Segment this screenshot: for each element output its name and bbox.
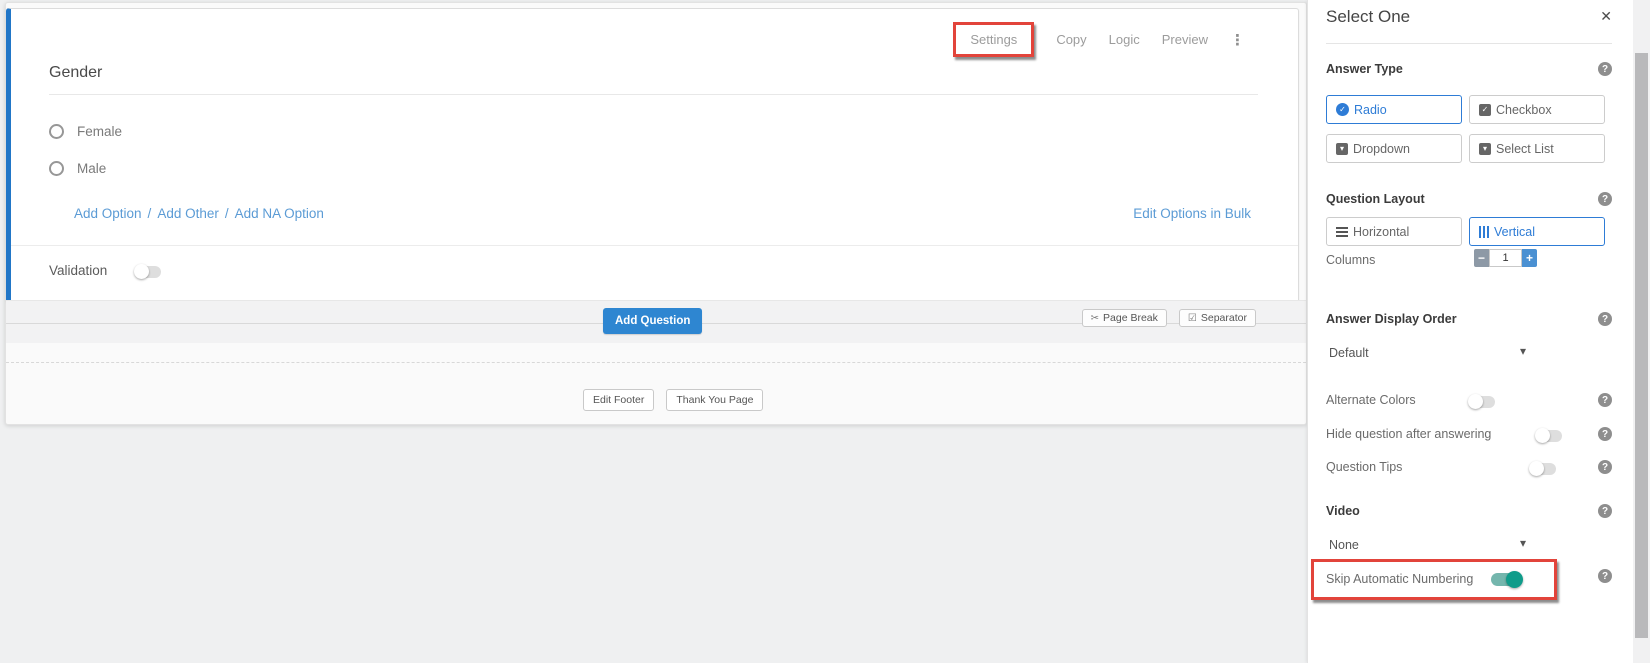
skip-numbering-highlight-box: Skip Automatic Numbering bbox=[1311, 559, 1557, 600]
select-list-icon: ▾ bbox=[1479, 143, 1491, 155]
option-row-female: Female bbox=[49, 124, 122, 139]
copy-button[interactable]: Copy bbox=[1056, 32, 1086, 47]
question-toolbar: Settings Copy Logic Preview ⋮ bbox=[953, 22, 1246, 57]
chevron-down-icon[interactable]: ▾ bbox=[1520, 344, 1526, 358]
question-tips-toggle[interactable] bbox=[1530, 463, 1556, 475]
answer-display-order-help-icon[interactable]: ? bbox=[1598, 312, 1612, 326]
radio-selected-icon: ✓ bbox=[1336, 103, 1349, 116]
edit-options-in-bulk-link[interactable]: Edit Options in Bulk bbox=[1133, 206, 1251, 221]
scrollbar-track[interactable] bbox=[1633, 0, 1650, 663]
separator-button[interactable]: ☑ Separator bbox=[1179, 309, 1256, 327]
link-separator: / bbox=[148, 206, 152, 221]
horizontal-lines-icon bbox=[1336, 227, 1348, 237]
checkbox-icon: ✓ bbox=[1479, 104, 1491, 116]
question-layout-label: Question Layout bbox=[1326, 192, 1425, 206]
page-break-icon: ✂ bbox=[1091, 313, 1099, 324]
option-links: Add Option / Add Other / Add NA Option bbox=[74, 206, 324, 221]
skip-numbering-help-icon[interactable]: ? bbox=[1598, 569, 1612, 583]
option-label[interactable]: Female bbox=[77, 124, 122, 139]
panel-title: Select One bbox=[1326, 7, 1410, 27]
answer-type-option-label: Radio bbox=[1354, 103, 1387, 117]
answer-type-option-label: Checkbox bbox=[1496, 103, 1552, 117]
hide-question-toggle[interactable] bbox=[1536, 430, 1562, 442]
add-option-link[interactable]: Add Option bbox=[74, 206, 142, 221]
scrollbar-thumb[interactable] bbox=[1635, 53, 1648, 638]
settings-highlight-box: Settings bbox=[953, 22, 1034, 57]
chevron-down-icon[interactable]: ▾ bbox=[1520, 536, 1526, 550]
answer-type-checkbox[interactable]: ✓ Checkbox bbox=[1469, 95, 1605, 124]
question-tips-help-icon[interactable]: ? bbox=[1598, 460, 1612, 474]
layout-vertical[interactable]: Vertical bbox=[1469, 217, 1605, 246]
separator-icon: ☑ bbox=[1188, 313, 1197, 324]
page-break-label: Page Break bbox=[1103, 312, 1158, 324]
skip-numbering-label: Skip Automatic Numbering bbox=[1326, 572, 1473, 586]
logic-button[interactable]: Logic bbox=[1109, 32, 1140, 47]
option-row-male: Male bbox=[49, 161, 106, 176]
footer-actions: Edit Footer Thank You Page bbox=[583, 389, 763, 411]
alternate-colors-help-icon[interactable]: ? bbox=[1598, 393, 1612, 407]
video-help-icon[interactable]: ? bbox=[1598, 504, 1612, 518]
question-title[interactable]: Gender bbox=[49, 64, 102, 82]
question-card[interactable]: Settings Copy Logic Preview ⋮ Gender Fem… bbox=[6, 8, 1299, 303]
answer-type-option-label: Dropdown bbox=[1353, 142, 1410, 156]
answer-type-radio[interactable]: ✓ Radio bbox=[1326, 95, 1462, 124]
validation-toggle[interactable] bbox=[135, 266, 161, 278]
more-options-icon[interactable]: ⋮ bbox=[1230, 31, 1246, 49]
answer-display-order-label: Answer Display Order bbox=[1326, 312, 1457, 326]
alternate-colors-toggle[interactable] bbox=[1469, 396, 1495, 408]
question-tips-label: Question Tips bbox=[1326, 460, 1402, 474]
columns-stepper: − 1 + bbox=[1474, 249, 1537, 267]
minus-button[interactable]: − bbox=[1474, 249, 1489, 267]
link-separator: / bbox=[225, 206, 229, 221]
columns-label: Columns bbox=[1326, 253, 1375, 267]
survey-builder-page: { "question": { "title": "Gender", "opti… bbox=[0, 0, 1650, 663]
answer-type-option-label: Select List bbox=[1496, 142, 1554, 156]
title-underline bbox=[49, 94, 1258, 95]
answer-type-select-list[interactable]: ▾ Select List bbox=[1469, 134, 1605, 163]
preview-button[interactable]: Preview bbox=[1162, 32, 1208, 47]
skip-numbering-toggle[interactable] bbox=[1491, 573, 1521, 586]
validation-label: Validation bbox=[49, 263, 107, 278]
footer-dashed-divider bbox=[6, 362, 1306, 363]
card-divider bbox=[11, 245, 1298, 246]
layout-option-label: Vertical bbox=[1494, 225, 1535, 239]
answer-type-help-icon[interactable]: ? bbox=[1598, 62, 1612, 76]
edit-footer-button[interactable]: Edit Footer bbox=[583, 389, 654, 411]
separator-label: Separator bbox=[1201, 312, 1247, 324]
dropdown-icon: ▾ bbox=[1336, 143, 1348, 155]
hide-question-label: Hide question after answering bbox=[1326, 427, 1491, 441]
survey-canvas: Settings Copy Logic Preview ⋮ Gender Fem… bbox=[5, 2, 1307, 425]
columns-value[interactable]: 1 bbox=[1489, 249, 1522, 267]
add-question-button[interactable]: Add Question bbox=[603, 308, 702, 334]
add-na-option-link[interactable]: Add NA Option bbox=[235, 206, 324, 221]
settings-button[interactable]: Settings bbox=[970, 32, 1017, 47]
layout-horizontal[interactable]: Horizontal bbox=[1326, 217, 1462, 246]
question-settings-panel: Select One ✕ Answer Type ? ✓ Radio ✓ Che… bbox=[1307, 0, 1633, 663]
answer-type-dropdown[interactable]: ▾ Dropdown bbox=[1326, 134, 1462, 163]
video-label: Video bbox=[1326, 504, 1360, 518]
hide-question-help-icon[interactable]: ? bbox=[1598, 427, 1612, 441]
close-icon[interactable]: ✕ bbox=[1600, 8, 1612, 25]
answer-display-order-select[interactable]: Default bbox=[1329, 346, 1369, 360]
add-other-link[interactable]: Add Other bbox=[157, 206, 219, 221]
answer-type-label: Answer Type bbox=[1326, 62, 1403, 76]
video-select[interactable]: None bbox=[1329, 538, 1359, 552]
radio-button-icon[interactable] bbox=[49, 161, 64, 176]
option-label[interactable]: Male bbox=[77, 161, 106, 176]
layout-option-label: Horizontal bbox=[1353, 225, 1409, 239]
thank-you-page-button[interactable]: Thank You Page bbox=[666, 389, 763, 411]
strip-actions: ✂ Page Break ☑ Separator bbox=[1082, 309, 1256, 327]
plus-button[interactable]: + bbox=[1522, 249, 1537, 267]
vertical-bars-icon bbox=[1479, 226, 1489, 238]
page-break-button[interactable]: ✂ Page Break bbox=[1082, 309, 1167, 327]
panel-divider bbox=[1326, 43, 1612, 44]
question-layout-help-icon[interactable]: ? bbox=[1598, 192, 1612, 206]
radio-button-icon[interactable] bbox=[49, 124, 64, 139]
alternate-colors-label: Alternate Colors bbox=[1326, 393, 1416, 407]
